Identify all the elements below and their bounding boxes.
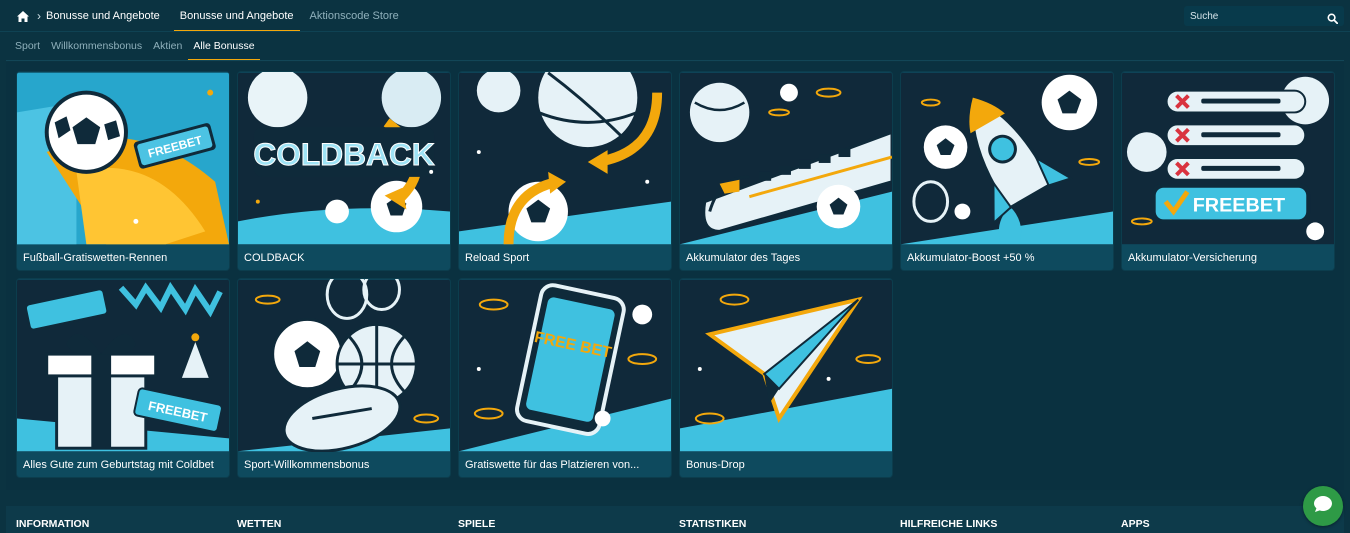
card-title: Akkumulator des Tages bbox=[680, 245, 892, 270]
chat-icon bbox=[1313, 495, 1333, 518]
subtab-aktien[interactable]: Aktien bbox=[148, 33, 187, 59]
bonus-card-reload-sport[interactable]: Reload Sport bbox=[458, 71, 672, 271]
footer-heading-information: INFORMATION bbox=[16, 518, 90, 530]
coldback-art-text: COLDBACK bbox=[253, 136, 434, 172]
card-title: Sport-Willkommensbonus bbox=[238, 452, 450, 477]
card-title: Bonus-Drop bbox=[680, 452, 892, 477]
chevron-right-icon: › bbox=[37, 9, 41, 23]
nav-divider bbox=[0, 31, 1350, 32]
coldback-illustration: COLDBACK bbox=[238, 72, 450, 245]
bonus-grid: FREEBET Fußball-Gratiswetten-Rennen COLD… bbox=[16, 71, 1335, 478]
bonus-card-akkumulator-boost[interactable]: Akkumulator-Boost +50 % bbox=[900, 71, 1114, 271]
card-title: Gratiswette für das Platzieren von... bbox=[459, 452, 671, 477]
bonus-card-bonus-drop[interactable]: Bonus-Drop bbox=[679, 278, 893, 478]
footer-heading-statistiken: STATISTIKEN bbox=[679, 518, 747, 530]
top-navigation: › Bonusse und Angebote Bonusse und Angeb… bbox=[6, 2, 1344, 32]
main-tabs: Bonusse und Angebote Aktionscode Store bbox=[173, 2, 409, 32]
bonus-card-geburtstag[interactable]: FREEBET Alles Gute zum Geburtstag mit Co… bbox=[16, 278, 230, 478]
bonus-card-sport-willkommensbonus[interactable]: Sport-Willkommensbonus bbox=[237, 278, 451, 478]
bonus-panel: FREEBET Fußball-Gratiswetten-Rennen COLD… bbox=[6, 62, 1344, 490]
subtab-willkommensbonus[interactable]: Willkommensbonus bbox=[46, 33, 147, 59]
search-box bbox=[1184, 6, 1344, 26]
bonus-card-fussball-gratiswetten[interactable]: FREEBET Fußball-Gratiswetten-Rennen bbox=[16, 71, 230, 271]
insurance-freebet-illustration: FREEBET bbox=[1122, 72, 1334, 245]
bonus-card-gratiswette-platzieren[interactable]: FREE BET Gratiswette für das Platzieren … bbox=[458, 278, 672, 478]
search-icon[interactable] bbox=[1327, 11, 1339, 24]
bonus-card-akkumulator-des-tages[interactable]: Akkumulator des Tages bbox=[679, 71, 893, 271]
train-illustration bbox=[680, 72, 892, 245]
breadcrumb: › Bonusse und Angebote bbox=[6, 2, 160, 30]
bonus-card-akkumulator-versicherung[interactable]: FREEBET Akkumulator-Versicherung bbox=[1121, 71, 1335, 271]
football-freebet-illustration: FREEBET bbox=[17, 72, 229, 245]
paper-plane-illustration bbox=[680, 279, 892, 452]
card-title: Alles Gute zum Geburtstag mit Coldbet bbox=[17, 452, 229, 477]
subtab-alle-bonusse[interactable]: Alle Bonusse bbox=[188, 33, 260, 60]
home-icon[interactable] bbox=[16, 10, 30, 23]
birthday-gift-illustration: FREEBET bbox=[17, 279, 229, 452]
tab-bonusse-und-angebote[interactable]: Bonusse und Angebote bbox=[173, 2, 300, 32]
category-tabs: Sport Willkommensbonus Aktien Alle Bonus… bbox=[10, 33, 261, 60]
freebet-art-text: FREEBET bbox=[1193, 195, 1285, 217]
chat-button[interactable] bbox=[1303, 486, 1343, 526]
phone-freebet-illustration: FREE BET bbox=[459, 279, 671, 452]
card-title: Akkumulator-Versicherung bbox=[1122, 245, 1334, 270]
card-title: Reload Sport bbox=[459, 245, 671, 270]
search-input[interactable] bbox=[1190, 10, 1327, 22]
footer-heading-wetten: WETTEN bbox=[237, 518, 282, 530]
breadcrumb-current[interactable]: Bonusse und Angebote bbox=[46, 10, 160, 22]
sport-balls-illustration bbox=[238, 279, 450, 452]
footer: INFORMATION WETTEN SPIELE STATISTIKEN HI… bbox=[6, 506, 1344, 533]
footer-heading-apps: APPS bbox=[1121, 518, 1150, 530]
subtab-sport[interactable]: Sport bbox=[10, 33, 45, 59]
reload-sport-illustration bbox=[459, 72, 671, 245]
card-title: COLDBACK bbox=[238, 245, 450, 270]
footer-heading-hilfreiche-links: HILFREICHE LINKS bbox=[900, 518, 998, 530]
subtabs-divider bbox=[6, 60, 1344, 61]
tab-aktionscode-store[interactable]: Aktionscode Store bbox=[304, 2, 405, 30]
bonus-card-coldback[interactable]: COLDBACK COLDBACK bbox=[237, 71, 451, 271]
card-title: Fußball-Gratiswetten-Rennen bbox=[17, 245, 229, 270]
footer-heading-spiele: SPIELE bbox=[458, 518, 496, 530]
card-title: Akkumulator-Boost +50 % bbox=[901, 245, 1113, 270]
rocket-illustration bbox=[901, 72, 1113, 245]
